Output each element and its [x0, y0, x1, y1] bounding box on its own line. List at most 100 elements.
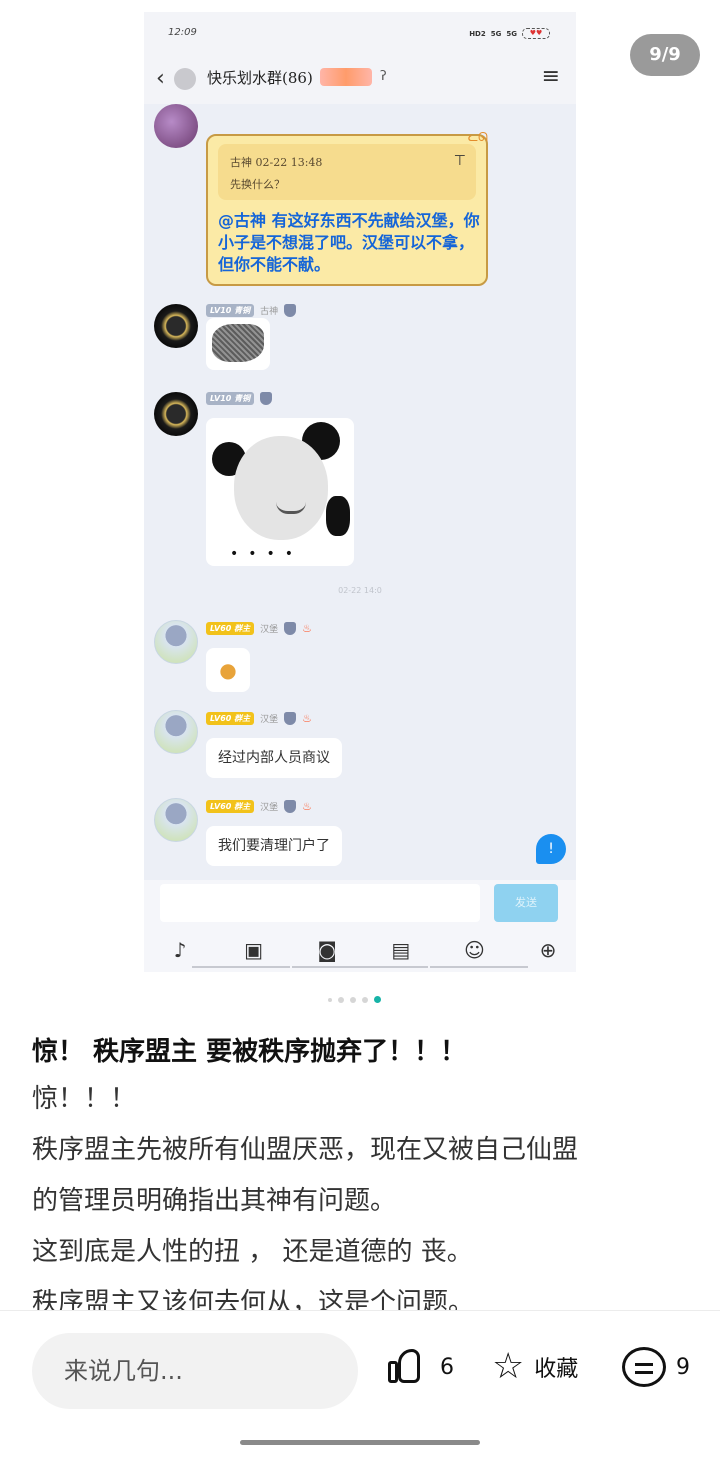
image-doge-emoji-bubble: ●	[206, 648, 250, 692]
image-level-tag-2: LV10 青铜	[206, 391, 255, 405]
image-status-bar: 12:09 HD2 5G 5G ♥♥	[144, 12, 576, 54]
star-icon: ☆	[492, 1346, 525, 1387]
image-avatar-eclipse	[154, 304, 198, 348]
image-sender-meta-5: LV60 群主 汉堡 ♨	[206, 798, 312, 814]
image-scribble	[212, 324, 264, 362]
image-avatar-tom-2	[154, 710, 198, 754]
image-shield-icon-5	[284, 799, 297, 813]
image-shield-icon-3	[284, 621, 297, 635]
image-chat-area: 古神 02-22 13:48 先换什么？ ⊤ @古神 有这好东西不先献给汉堡，你…	[144, 104, 576, 884]
image-level-owner-2: LV60 群主	[206, 711, 255, 725]
image-shield-icon-2	[260, 391, 273, 405]
like-button[interactable]: 6	[388, 1347, 454, 1387]
image-shield-icon-4	[284, 711, 297, 725]
image-scroll-text: @古神 有这好东西不先献给汉堡，你小子是不想混了吧。汉堡可以不拿，但你不能不献。	[218, 211, 480, 274]
image-tool-divider	[192, 966, 290, 968]
image-avatar-tom	[154, 620, 198, 664]
image-sender-meta-3: LV60 群主 汉堡 ♨	[206, 620, 312, 636]
panda-arm	[326, 496, 350, 536]
image-panda-sticker: ••••	[206, 418, 354, 566]
image-sender-meta: LV10 青铜 古神	[206, 302, 297, 318]
favorite-label: 收藏	[534, 1357, 579, 1382]
image-photo-icon: ▣	[244, 938, 264, 962]
comment-input[interactable]: 来说几句...	[32, 1333, 358, 1409]
image-nickname-hanbao: 汉堡	[260, 624, 279, 635]
image-emoji-icon: ☺	[463, 938, 485, 962]
panda-dots: ••••	[230, 546, 304, 562]
image-cat-deco-icon: ᓚᘏ	[467, 130, 488, 144]
image-status-icons: HD2 5G 5G ♥♥	[469, 28, 550, 39]
carousel-dot[interactable]	[338, 996, 344, 1003]
image-sender-meta-4: LV60 群主 汉堡 ♨	[206, 710, 312, 726]
image-back-icon: ‹	[156, 66, 165, 91]
post-title: 惊！ 秩序盟主 要被秩序抛弃了！！！	[32, 1037, 467, 1067]
image-level-owner: LV60 群主	[206, 621, 255, 635]
image-level-owner-3: LV60 群主	[206, 799, 255, 813]
image-group-title: 快乐划水群(86)	[207, 69, 313, 87]
image-send-button: 发送	[494, 884, 558, 922]
image-menu-icon: ≡	[541, 64, 560, 89]
image-redpacket-icon: ▤	[391, 938, 411, 962]
image-unread-fab-icon: !	[536, 834, 566, 864]
comment-bubble-icon	[622, 1347, 666, 1387]
signal-5g-icon-2: 5G	[506, 29, 517, 38]
image-text-input	[160, 884, 480, 922]
image-toolbar: ♪ ▣ ◙ ▤ ☺ ⊕	[164, 936, 564, 964]
panda-face	[234, 436, 328, 540]
image-quote-text: 先换什么？	[230, 178, 285, 191]
image-nickname-hanbao-3: 汉堡	[260, 802, 279, 813]
post-body: 惊！ 秩序盟主 要被秩序抛弃了！！！ 惊！！！ 秩序盟主先被所有仙盟厌恶，现在又…	[32, 1030, 692, 1312]
signal-5g-icon: 5G	[490, 29, 502, 38]
home-indicator[interactable]	[240, 1440, 480, 1445]
image-group-badge	[320, 68, 372, 86]
carousel-dot[interactable]	[362, 996, 368, 1003]
image-message-bubble-2: 我们要清理门户了	[206, 826, 342, 866]
image-tool-divider-3	[430, 966, 528, 968]
hd-indicator: HD2	[469, 29, 486, 38]
post-line: 秩序盟主先被所有仙盟厌恶，现在又被自己仙盟	[32, 1135, 579, 1165]
thumbs-up-icon	[388, 1347, 430, 1387]
image-flame-icon-3: ♨	[302, 799, 312, 813]
comment-button[interactable]: 9	[622, 1347, 690, 1387]
image-quote-meta: 古神 02-22 13:48	[230, 156, 323, 169]
image-status-time: 12:09	[168, 27, 197, 38]
post-line: 的管理员明确指出其神有问题。	[32, 1186, 397, 1216]
carousel-dots[interactable]	[328, 996, 381, 1003]
bottom-action-bar: 来说几句... 6 ☆ 收藏 9	[0, 1310, 720, 1460]
image-mic-icon: ♪	[173, 938, 187, 962]
image-message-bubble: 经过内部人员商议	[206, 738, 342, 778]
favorite-button[interactable]: ☆ 收藏	[492, 1347, 578, 1387]
image-quote-box: 古神 02-22 13:48 先换什么？ ⊤	[218, 144, 476, 200]
post-line: 惊！！！	[32, 1084, 137, 1114]
image-avatar-purple	[154, 104, 198, 148]
image-group-avatar	[174, 68, 196, 90]
image-scroll-bubble: 古神 02-22 13:48 先换什么？ ⊤ @古神 有这好东西不先献给汉堡，你…	[206, 130, 488, 286]
image-scribble-message	[206, 318, 270, 370]
image-flame-icon: ♨	[302, 621, 312, 635]
image-avatar-eclipse-2	[154, 392, 198, 436]
post-image[interactable]: 12:09 HD2 5G 5G ♥♥ ‹ 快乐划水群(86) ʔ ≡ 古神 02…	[144, 12, 576, 972]
image-timestamp: 02-22 14:0	[338, 586, 382, 595]
image-input-area: 发送 ♪ ▣ ◙ ▤ ☺ ⊕	[144, 880, 576, 972]
carousel-dot-active[interactable]	[374, 996, 381, 1003]
image-chat-header: ‹ 快乐划水群(86) ʔ ≡	[144, 54, 576, 104]
image-tool-divider-2	[292, 966, 428, 968]
image-camera-icon: ◙	[317, 938, 337, 962]
image-avatar-tom-3	[154, 798, 198, 842]
image-level-tag: LV10 青铜	[206, 303, 255, 317]
image-nickname: 古神	[260, 306, 279, 317]
image-pin-icon: ⊤	[453, 153, 466, 169]
battery-icon: ♥♥	[522, 28, 550, 39]
image-ear-icon: ʔ	[380, 69, 387, 84]
image-shield-icon	[284, 303, 297, 317]
image-counter: 9/9	[630, 34, 700, 76]
like-count: 6	[440, 1354, 454, 1380]
image-sender-meta-2: LV10 青铜	[206, 390, 273, 406]
image-flame-icon-2: ♨	[302, 711, 312, 725]
carousel-dot[interactable]	[328, 997, 332, 1002]
post-line: 秩序盟主又该何去何从，这是个问题。	[32, 1288, 475, 1312]
comment-count: 9	[676, 1354, 690, 1380]
post-line: 这到底是人性的扭 ， 还是道德的 丧。	[32, 1237, 473, 1267]
image-nickname-hanbao-2: 汉堡	[260, 714, 279, 725]
carousel-dot[interactable]	[350, 996, 356, 1003]
